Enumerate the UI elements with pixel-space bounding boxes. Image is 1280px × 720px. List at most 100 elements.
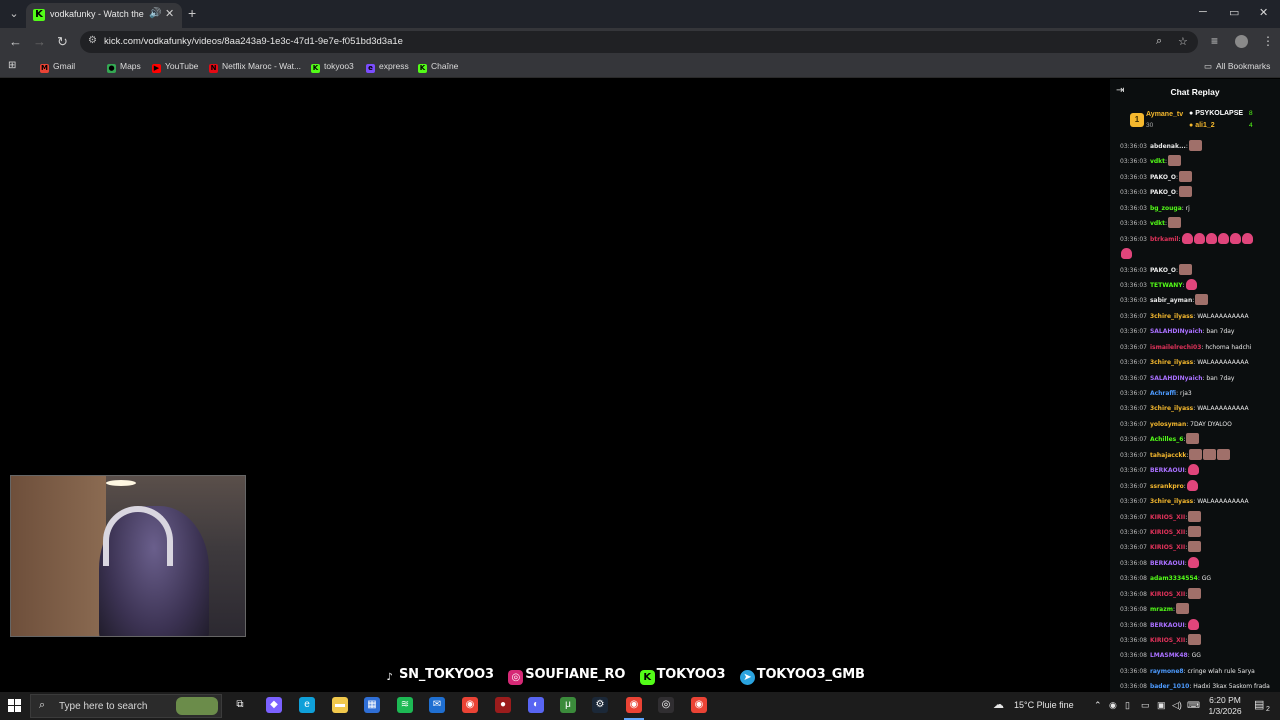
display-icon[interactable]: ▣	[1157, 700, 1166, 711]
message-username[interactable]: 3chire_ilyass	[1150, 498, 1193, 505]
message-username[interactable]: bg_zouga	[1150, 205, 1182, 212]
reload-button[interactable]: ↻	[57, 34, 68, 50]
store-icon[interactable]: ▦	[364, 697, 380, 713]
chat-message[interactable]: 03:36:03 PAKO_O:	[1120, 185, 1278, 200]
message-username[interactable]: KIRIOS_XII	[1150, 529, 1185, 536]
copilot-icon[interactable]: ◆	[266, 697, 282, 713]
bookmark-youtube[interactable]: ▶ YouTube	[152, 61, 198, 73]
message-username[interactable]: Achraffi	[1150, 390, 1176, 397]
message-username[interactable]: BERKAOUI	[1150, 622, 1185, 629]
url-text[interactable]: kick.com/vodkafunky/videos/8aa243a9-1e3c…	[104, 36, 403, 47]
message-username[interactable]: vdkt	[1150, 158, 1165, 165]
chat-message[interactable]: 03:36:07 3chire_ilyass: WALAAAAAAAAA	[1120, 309, 1278, 324]
message-username[interactable]: KIRIOS_XII	[1150, 591, 1185, 598]
file-explorer-icon[interactable]: ▬	[332, 697, 348, 713]
message-username[interactable]: TETWANY	[1150, 282, 1183, 289]
chat-message[interactable]: 03:36:07 BERKAOUI:	[1120, 463, 1278, 478]
chat-message[interactable]: 03:36:07 ssrankpro:	[1120, 479, 1278, 494]
chat-message-list[interactable]: 03:36:03 abdenak...: 03:36:03 vdkt: 03:36:03…	[1120, 139, 1278, 692]
audio-playing-icon[interactable]: 🔊	[149, 8, 161, 19]
minimize-button[interactable]: ─	[1199, 6, 1207, 18]
chat-message[interactable]: 03:36:03 sabir_ayman:	[1120, 293, 1278, 308]
bookmark-chaine[interactable]: K Chaîne	[418, 61, 458, 73]
chat-message[interactable]: 03:36:07 KIRIOS_XII:	[1120, 540, 1278, 555]
chrome-icon[interactable]: ◉	[462, 697, 478, 713]
message-username[interactable]: BERKAOUI	[1150, 560, 1185, 567]
message-username[interactable]: tahajacckk	[1150, 452, 1186, 459]
site-info-icon[interactable]: ⚙	[88, 35, 97, 46]
tray-overflow-icon[interactable]: ⌃	[1094, 700, 1102, 711]
notification-icon[interactable]: ▤	[1254, 698, 1264, 711]
chat-message[interactable]: 03:36:07 yolosyman: 7DAY DYALOO	[1120, 417, 1278, 432]
chat-message[interactable]: 03:36:03 bg_zouga: rj	[1120, 201, 1278, 216]
message-username[interactable]: 3chire_ilyass	[1150, 405, 1193, 412]
mail-icon[interactable]: ✉	[429, 697, 445, 713]
message-username[interactable]: yolosyman	[1150, 421, 1186, 428]
chat-message[interactable]: 03:36:08 raymone8: cringe wlah rule 5arya	[1120, 664, 1278, 679]
message-username[interactable]: ismailelrechi03	[1150, 344, 1201, 351]
message-username[interactable]: 3chire_ilyass	[1150, 313, 1193, 320]
zoom-search-icon[interactable]: ⌕	[1156, 35, 1162, 48]
obs-icon[interactable]: ◎	[658, 697, 674, 713]
chat-message[interactable]	[1120, 247, 1278, 262]
apps-grid-icon[interactable]: ⊞	[8, 60, 16, 71]
language-icon[interactable]: ⌨	[1187, 700, 1200, 711]
chat-message[interactable]: 03:36:07 tahajacckk:	[1120, 448, 1278, 463]
chat-message[interactable]: 03:36:08 mrazm:	[1120, 602, 1278, 617]
taskbar-search-box[interactable]: ⌕ Type here to search	[30, 694, 222, 718]
message-username[interactable]: sabir_ayman	[1150, 297, 1192, 304]
chat-message[interactable]: 03:36:03 btrkamil:	[1120, 232, 1278, 247]
chat-message[interactable]: 03:36:08 adam3334554: GG	[1120, 571, 1278, 586]
profile-avatar[interactable]	[1235, 35, 1248, 48]
chat-message[interactable]: 03:36:07 KIRIOS_XII:	[1120, 510, 1278, 525]
chat-message[interactable]: 03:36:08 LMASMK48: GG	[1120, 648, 1278, 663]
message-username[interactable]: KIRIOS_XII	[1150, 637, 1185, 644]
chat-message[interactable]: 03:36:07 3chire_ilyass: WALAAAAAAAAA	[1120, 355, 1278, 370]
tray-app-icon[interactable]: ◉	[1109, 700, 1117, 711]
message-username[interactable]: adam3334554	[1150, 575, 1198, 582]
chat-message[interactable]: 03:36:07 Achraffi: rja3	[1120, 386, 1278, 401]
chrome-menu-icon[interactable]: ⋮	[1262, 34, 1274, 48]
chat-message[interactable]: 03:36:03 abdenak...:	[1120, 139, 1278, 154]
leaderboard-user-3[interactable]: ● ali1_2	[1189, 122, 1215, 129]
message-username[interactable]: LMASMK48	[1150, 652, 1188, 659]
chrome-profile-icon[interactable]: ◉	[691, 697, 707, 713]
message-username[interactable]: Achilles_6	[1150, 436, 1183, 443]
message-username[interactable]: SALAHDINyaich	[1150, 328, 1203, 335]
task-view-icon[interactable]: ⧉	[232, 697, 248, 713]
all-bookmarks[interactable]: ▭ All Bookmarks	[1204, 61, 1270, 72]
chat-message[interactable]: 03:36:03 PAKO_O:	[1120, 170, 1278, 185]
message-username[interactable]: 3chire_ilyass	[1150, 359, 1193, 366]
discord-icon[interactable]: ◐	[528, 697, 544, 713]
tab-close-button[interactable]: ✕	[165, 7, 174, 20]
chat-message[interactable]: 03:36:03 TETWANY:	[1120, 278, 1278, 293]
message-username[interactable]: PAKO_O	[1150, 174, 1176, 181]
chat-message[interactable]: 03:36:08 KIRIOS_XII:	[1120, 587, 1278, 602]
chat-message[interactable]: 03:36:08 bader_1010: Hadxi 3kax 5askom fr…	[1120, 679, 1278, 692]
utorrent-icon[interactable]: μ	[560, 697, 576, 713]
bookmark-maps[interactable]: ● Maps	[107, 61, 141, 73]
chat-message[interactable]: 03:36:07 3chire_ilyass: WALAAAAAAAAA	[1120, 401, 1278, 416]
message-username[interactable]: abdenak...	[1150, 143, 1186, 150]
chat-message[interactable]: 03:36:07 ismailelrechi03: hchoma hadchi	[1120, 340, 1278, 355]
message-username[interactable]: PAKO_O	[1150, 267, 1176, 274]
volume-icon[interactable]: ◁)	[1172, 700, 1182, 711]
chat-message[interactable]: 03:36:03 PAKO_O:	[1120, 263, 1278, 278]
message-username[interactable]: KIRIOS_XII	[1150, 514, 1185, 521]
bookmark-star-icon[interactable]: ☆	[1178, 35, 1188, 48]
taskbar-clock[interactable]: 6:20 PM 1/3/2026	[1202, 695, 1248, 717]
chat-message[interactable]: 03:36:07 3chire_ilyass: WALAAAAAAAAA	[1120, 494, 1278, 509]
leaderboard-user-1[interactable]: Aymane_tv	[1146, 111, 1183, 118]
steam-icon[interactable]: ⚙	[592, 697, 608, 713]
message-username[interactable]: btrkamil	[1150, 236, 1179, 243]
spotify-icon[interactable]: ≋	[397, 697, 413, 713]
message-username[interactable]: PAKO_O	[1150, 189, 1176, 196]
window-close-button[interactable]: ✕	[1259, 6, 1268, 19]
battery-icon[interactable]: ▯	[1125, 700, 1130, 711]
message-username[interactable]: vdkt	[1150, 220, 1165, 227]
forward-button[interactable]: →	[33, 34, 46, 49]
chat-message[interactable]: 03:36:03 vdkt:	[1120, 154, 1278, 169]
bookmark-gmail[interactable]: M Gmail	[40, 61, 75, 73]
bookmark-express[interactable]: e express	[366, 61, 409, 73]
browser-tab[interactable]: K vodkafunky - Watch the VO 🔊 ✕	[26, 3, 182, 28]
